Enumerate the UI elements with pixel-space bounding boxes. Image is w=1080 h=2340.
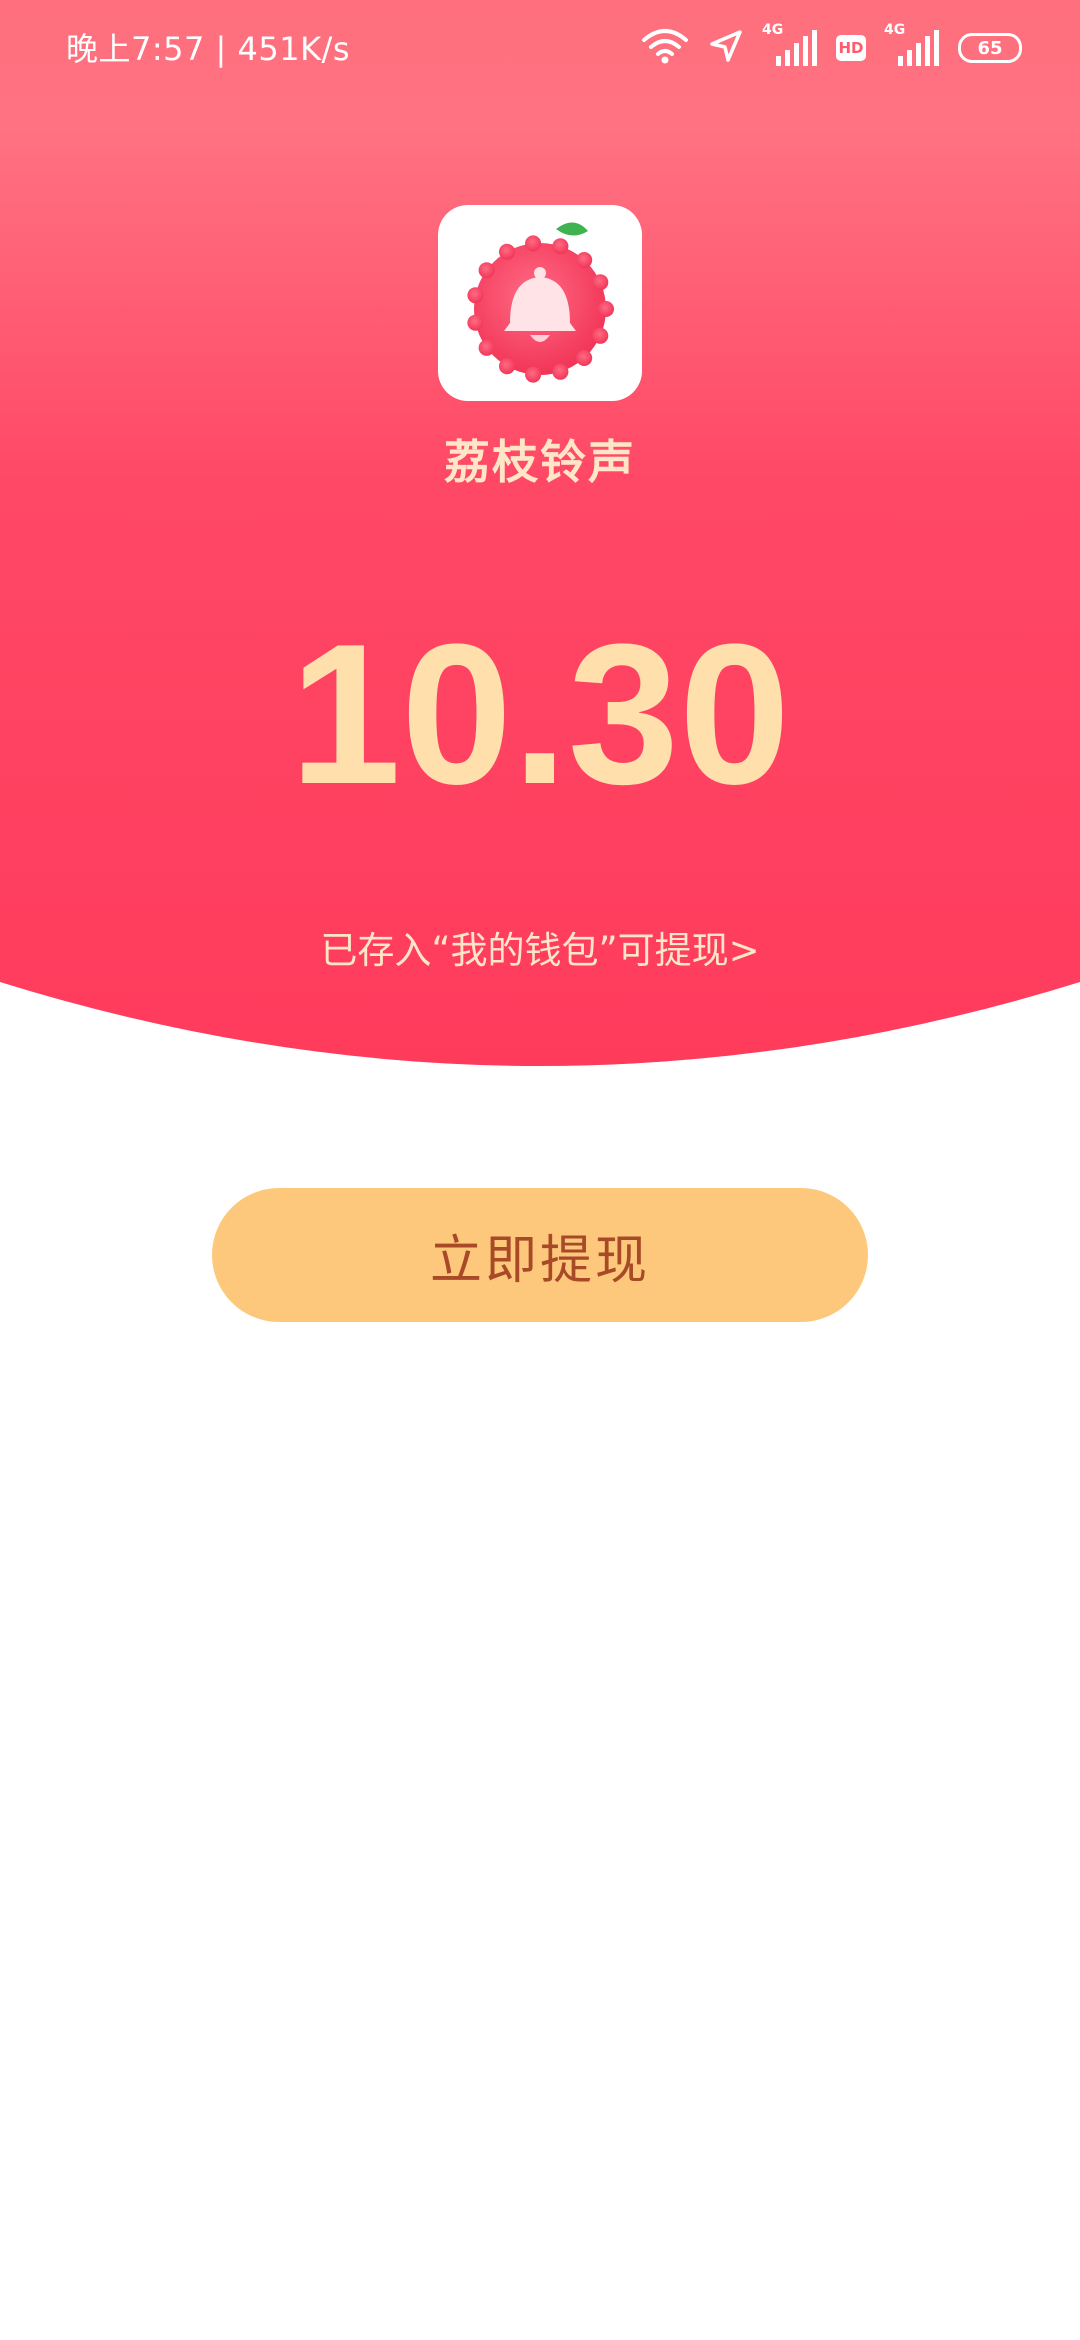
- app-icon: [438, 205, 642, 401]
- location-icon: [708, 28, 744, 68]
- hd-icon: HD: [836, 35, 866, 61]
- hero-background: [0, 0, 1080, 1066]
- status-bar: 晚上7:57 | 451K/s 4G HD 4G 65: [0, 0, 1080, 96]
- status-icons: 4G HD 4G 65: [640, 22, 1022, 70]
- reward-screen: 晚上7:57 | 451K/s 4G HD 4G 65 荔枝铃声 10.30 已…: [0, 0, 1080, 2340]
- hero-banner: [0, 0, 1080, 1080]
- status-time-speed: 晚上7:57 | 451K/s: [66, 30, 351, 68]
- battery-icon: 65: [958, 33, 1022, 63]
- wifi-icon: [640, 26, 690, 70]
- app-name: 荔枝铃声: [444, 435, 636, 489]
- signal-icon: 4G: [884, 22, 940, 68]
- lychee-bell-icon: [467, 222, 614, 383]
- withdraw-button[interactable]: 立即提现: [212, 1188, 868, 1322]
- wallet-link[interactable]: 已存入“我的钱包”可提现>: [0, 920, 1080, 974]
- signal-icon: 4G: [762, 22, 818, 68]
- reward-amount: 10.30: [289, 603, 791, 826]
